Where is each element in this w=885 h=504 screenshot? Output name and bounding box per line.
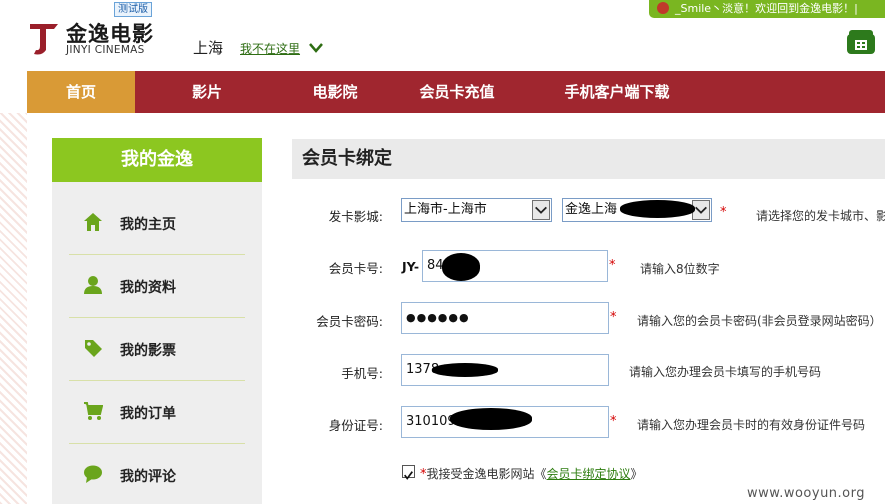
site-logo[interactable]: 金逸电影 JINYI CINEMAS bbox=[28, 18, 168, 60]
logo-text-en: JINYI CINEMAS bbox=[66, 44, 145, 56]
sidebar-item-label: 我的主页 bbox=[120, 217, 176, 233]
card-number-prefix: JY- bbox=[402, 259, 420, 274]
agreement-prefix: 我接受金逸电影网站《 bbox=[426, 467, 547, 481]
nav-item-card-recharge[interactable]: 会员卡充值 bbox=[407, 71, 507, 113]
agreement-text: *我接受金逸电影网站《会员卡绑定协议》 bbox=[420, 465, 643, 482]
checkmark-icon bbox=[404, 471, 413, 480]
nav-item-app-download[interactable]: 手机客户端下载 bbox=[552, 71, 682, 113]
required-mark: * bbox=[609, 258, 616, 273]
agreement-link[interactable]: 会员卡绑定协议 bbox=[547, 467, 631, 481]
phone-icon bbox=[847, 30, 875, 54]
ticket-tag-icon bbox=[85, 340, 102, 357]
agree-checkbox[interactable] bbox=[402, 465, 415, 480]
agreement-suffix: 》 bbox=[630, 467, 643, 481]
card-password-label: 会员卡密码: bbox=[316, 314, 383, 329]
nav-item-movies[interactable]: 影片 bbox=[172, 71, 242, 113]
sidebar-item-profile[interactable]: 我的资料 bbox=[69, 255, 245, 318]
home-icon bbox=[84, 213, 102, 231]
id-number-hint: 请输入您办理会员卡时的有效身份证件号码 bbox=[637, 418, 866, 432]
side-pattern bbox=[0, 113, 27, 504]
user-icon bbox=[84, 276, 102, 294]
welcome-text: _Smile丶淡意！欢迎回到金逸电影！| bbox=[675, 2, 858, 15]
phone-label: 手机号: bbox=[341, 366, 383, 381]
required-mark: * bbox=[610, 310, 617, 325]
current-city: 上海 bbox=[193, 39, 224, 57]
page-title: 会员卡绑定 bbox=[292, 139, 885, 179]
redaction-mark bbox=[442, 253, 480, 281]
required-mark: * bbox=[610, 414, 617, 429]
sidebar-item-label: 我的影票 bbox=[120, 343, 176, 359]
id-number-value: 310109 bbox=[406, 414, 456, 429]
main-nav: 首页 影片 电影院 会员卡充值 手机客户端下载 bbox=[27, 71, 885, 113]
watermark: www.wooyun.org bbox=[747, 486, 866, 501]
card-password-input[interactable]: ●●●●●● bbox=[401, 302, 609, 334]
sidebar-item-label: 我的资料 bbox=[120, 280, 176, 296]
redaction-mark bbox=[432, 363, 498, 377]
redaction-mark bbox=[450, 408, 532, 430]
card-number-label: 会员卡号: bbox=[328, 261, 383, 276]
sidebar-item-label: 我的评论 bbox=[120, 469, 176, 485]
cart-icon bbox=[84, 402, 103, 420]
cinema-hint: 请选择您的发卡城市、影 bbox=[756, 209, 885, 223]
user-avatar-icon bbox=[657, 2, 669, 14]
sidebar-item-orders[interactable]: 我的订单 bbox=[69, 381, 245, 444]
card-number-hint: 请输入8位数字 bbox=[640, 262, 720, 276]
nav-item-cinemas[interactable]: 电影院 bbox=[295, 71, 375, 113]
required-mark: * bbox=[720, 205, 727, 220]
phone-hint: 请输入您办理会员卡填写的手机号码 bbox=[629, 365, 822, 379]
beta-badge: 测试版 bbox=[114, 2, 152, 17]
sidebar-item-home[interactable]: 我的主页 bbox=[69, 192, 245, 255]
cinema-label: 发卡影城: bbox=[328, 209, 383, 224]
logo-mark-icon bbox=[30, 24, 58, 55]
select-arrow-icon bbox=[532, 200, 550, 220]
change-city-link[interactable]: 我不在这里 bbox=[240, 40, 300, 57]
card-password-hint: 请输入您的会员卡密码(非会员登录网站密码） bbox=[637, 314, 882, 328]
sidebar-item-label: 我的订单 bbox=[120, 406, 176, 422]
redaction-mark bbox=[620, 200, 695, 218]
welcome-bar: _Smile丶淡意！欢迎回到金逸电影！| bbox=[649, 0, 885, 18]
sidebar: 我的主页 我的资料 我的影票 我的订单 我的评论 bbox=[52, 182, 262, 504]
cinema-select-value: 金逸上海 bbox=[565, 202, 618, 217]
city-select[interactable]: 上海市-上海市 bbox=[401, 198, 552, 222]
sidebar-item-tickets[interactable]: 我的影票 bbox=[69, 318, 245, 381]
sidebar-title: 我的金逸 bbox=[52, 138, 262, 182]
sidebar-item-comments[interactable]: 我的评论 bbox=[69, 444, 245, 504]
comment-icon bbox=[84, 465, 102, 483]
id-number-label: 身份证号: bbox=[328, 418, 383, 433]
card-password-value: ●●●●●● bbox=[406, 311, 470, 324]
page: { "header": { "welcome_text": "_Smile丶淡意… bbox=[0, 0, 885, 504]
chevron-down-icon[interactable] bbox=[308, 42, 324, 54]
nav-item-home[interactable]: 首页 bbox=[27, 71, 135, 113]
city-select-value: 上海市-上海市 bbox=[404, 202, 487, 217]
